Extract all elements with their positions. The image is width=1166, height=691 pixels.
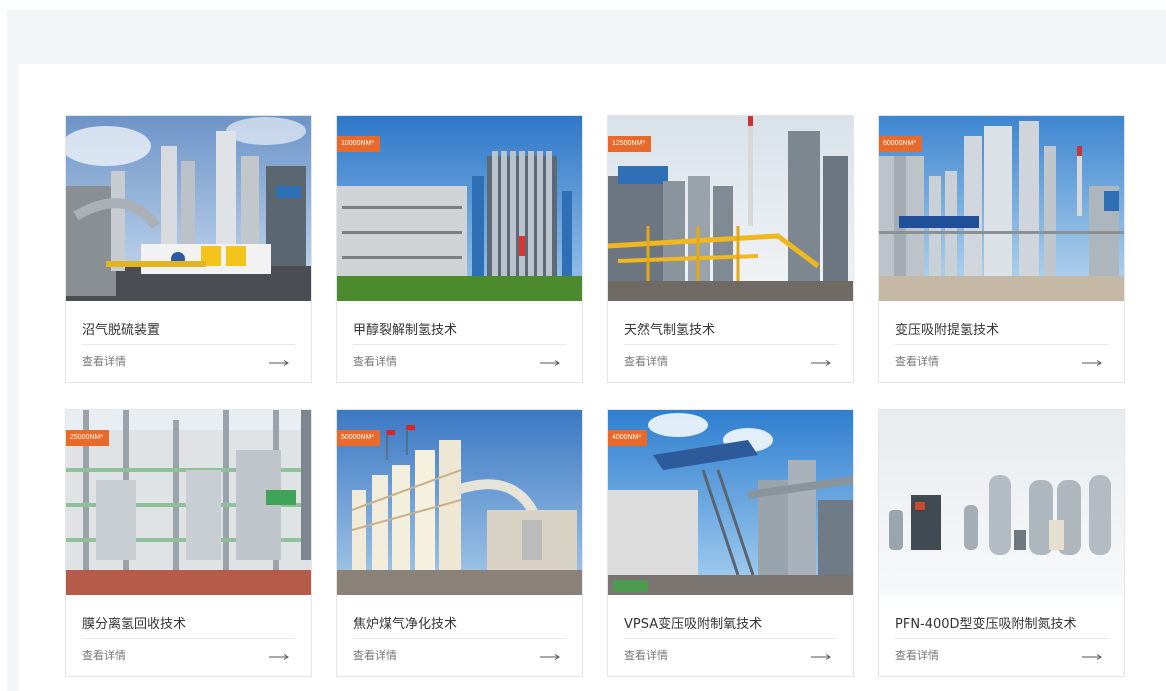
product-title[interactable]: 变压吸附提氢技术 [895,319,999,338]
divider [895,638,1108,639]
view-details-link[interactable]: 查看详情 [82,353,126,369]
product-card[interactable]: 25000NM³ 膜分离氢回收技术 查看详情 [65,409,312,677]
arrow-right-icon[interactable] [269,654,289,660]
view-details-link[interactable]: 查看详情 [82,647,126,663]
divider [624,638,837,639]
arrow-right-icon[interactable] [811,360,831,366]
product-title[interactable]: 甲醇裂解制氢技术 [353,319,457,338]
product-image[interactable]: 4000NM³ [608,410,853,595]
view-details-link[interactable]: 查看详情 [353,647,397,663]
view-details-link[interactable]: 查看详情 [895,353,939,369]
view-details-link[interactable]: 查看详情 [624,353,668,369]
arrow-right-icon[interactable] [1082,360,1102,366]
product-title[interactable]: PFN-400D型变压吸附制氮技术 [895,613,1077,632]
arrow-right-icon[interactable] [540,360,560,366]
capacity-badge: 12500NM³ [608,136,651,152]
capacity-badge: 10000NM³ [337,136,380,152]
product-image[interactable]: 60000NM³ [879,116,1124,301]
arrow-right-icon[interactable] [540,654,560,660]
divider [82,344,295,345]
capacity-badge: 60000NM³ [879,136,922,152]
product-card[interactable]: 60000NM³ 变压吸附提氢技术 查看详情 [878,115,1125,383]
product-title[interactable]: 膜分离氢回收技术 [82,613,186,632]
product-image[interactable]: 25000NM³ [66,410,311,595]
capacity-badge: 25000NM³ [66,430,109,446]
arrow-right-icon[interactable] [811,654,831,660]
divider [624,344,837,345]
product-card[interactable]: 12500NM³ 天然气制氢技术 查看详情 [607,115,854,383]
arrow-right-icon[interactable] [269,360,289,366]
divider [353,638,566,639]
product-image[interactable]: 12500NM³ [608,116,853,301]
product-grid: 沼气脱硫装置 查看详情 10000NM³ 甲醇裂解制氢技术 查看详情 12500… [65,115,1127,677]
product-title[interactable]: VPSA变压吸附制氧技术 [624,613,762,632]
product-card[interactable]: 10000NM³ 甲醇裂解制氢技术 查看详情 [336,115,583,383]
divider [353,344,566,345]
product-card[interactable]: 4000NM³ VPSA变压吸附制氧技术 查看详情 [607,409,854,677]
divider [82,638,295,639]
view-details-link[interactable]: 查看详情 [624,647,668,663]
product-image[interactable]: 10000NM³ [337,116,582,301]
view-details-link[interactable]: 查看详情 [353,353,397,369]
capacity-badge: 50000NM³ [337,430,380,446]
product-title[interactable]: 焦炉煤气净化技术 [353,613,457,632]
divider [895,344,1108,345]
capacity-badge: 4000NM³ [608,430,647,446]
product-title[interactable]: 天然气制氢技术 [624,319,715,338]
product-card[interactable]: 沼气脱硫装置 查看详情 [65,115,312,383]
view-details-link[interactable]: 查看详情 [895,647,939,663]
product-title[interactable]: 沼气脱硫装置 [82,319,160,338]
product-image[interactable]: 50000NM³ [337,410,582,595]
product-image[interactable] [879,410,1124,595]
product-image[interactable] [66,116,311,301]
product-card[interactable]: 50000NM³ 焦炉煤气净化技术 查看详情 [336,409,583,677]
arrow-right-icon[interactable] [1082,654,1102,660]
product-card[interactable]: PFN-400D型变压吸附制氮技术 查看详情 [878,409,1125,677]
